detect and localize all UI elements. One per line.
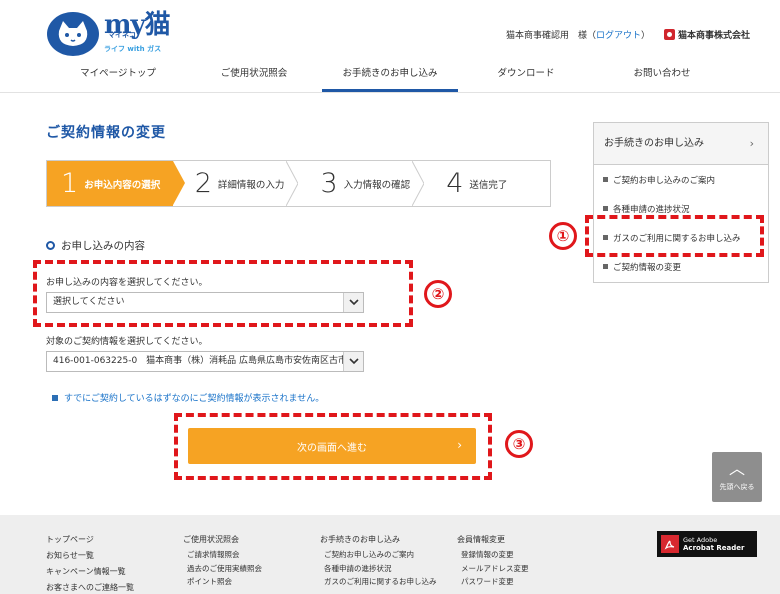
square-bullet-icon	[52, 394, 58, 401]
footer-link[interactable]: ポイント照会	[183, 575, 262, 589]
back-to-top-button[interactable]: ︿ 先頭へ戻る	[712, 452, 762, 502]
footer-col-3: お手続きのお申し込み ご契約お申し込みのご案内 各種申請の進捗状況 ガスのご利用…	[320, 532, 437, 589]
annotation-box-2	[33, 260, 413, 327]
step-3-label: 入力情報の確認	[343, 179, 411, 191]
square-bullet-icon	[603, 264, 608, 269]
logo-cat-icon[interactable]	[47, 12, 99, 56]
annotation-number-3: ③	[505, 430, 533, 458]
step-1: 1 お申込内容の選択	[47, 161, 185, 206]
footer-link[interactable]: お客さまへのご連絡一覧	[46, 580, 134, 594]
acrobat-icon	[661, 535, 679, 553]
adobe-line1: Get Adobe	[683, 536, 718, 544]
footer-col-2: ご使用状況照会 ご請求情報照会 過去のご使用実績照会 ポイント照会	[183, 532, 262, 589]
square-bullet-icon	[603, 206, 608, 211]
step-2: 2 詳細情報の入力	[173, 161, 299, 206]
logo-tagline: ライフ with ガス	[104, 45, 162, 53]
footer-col-4: 会員情報変更 登録情報の変更 メールアドレス変更 パスワード変更	[457, 532, 529, 589]
sidebar-heading[interactable]: お手続きのお申し込み ›	[594, 123, 768, 165]
missing-contract-text: すでにご契約しているはずなのにご契約情報が表示されません。	[64, 394, 325, 404]
step-2-number: 2	[194, 168, 212, 199]
footer-col-1: トップページ お知らせ一覧 キャンペーン情報一覧 お客さまへのご連絡一覧	[46, 532, 134, 594]
contract-select[interactable]: 416-001-063225-0 猫本商事（株）消耗品 広島県広島市安佐南区古市	[46, 351, 364, 372]
contract-select-value: 416-001-063225-0 猫本商事（株）消耗品 広島県広島市安佐南区古市	[53, 356, 348, 366]
back-to-top-label: 先頭へ戻る	[719, 483, 755, 491]
ring-bullet-icon	[46, 241, 55, 250]
adobe-line2: Acrobat Reader	[683, 544, 745, 552]
user-name: 猫本商事確認用 様	[506, 31, 588, 41]
company-mark-icon	[664, 29, 675, 40]
company-logo[interactable]: 猫本商事株式会社	[664, 28, 750, 41]
footer-link[interactable]: キャンペーン情報一覧	[46, 564, 134, 580]
footer-link[interactable]: ご契約お申し込みのご案内	[320, 548, 437, 562]
user-area: 猫本商事確認用 様（ログアウト）	[506, 28, 650, 41]
adobe-reader-banner[interactable]: Get Adobe Acrobat Reader	[657, 531, 757, 557]
sidebar-item-label: ご契約情報の変更	[613, 262, 682, 273]
nav-download[interactable]: ダウンロード	[458, 62, 594, 92]
step-3-number: 3	[320, 168, 338, 199]
footer-link[interactable]: 過去のご使用実績照会	[183, 562, 262, 576]
chevron-right-icon: ›	[749, 137, 754, 150]
step-4: 4 送信完了	[424, 161, 550, 206]
contract-select-label: 対象のご契約情報を選択してください。	[46, 337, 208, 347]
section-heading: お申し込みの内容	[46, 238, 145, 253]
step-separator-icon	[412, 161, 425, 206]
step-2-label: 詳細情報の入力	[217, 179, 285, 191]
cat-face-icon	[58, 21, 88, 46]
chevron-up-icon: ︿	[728, 459, 745, 478]
step-separator-icon	[286, 161, 299, 206]
missing-contract-link[interactable]: すでにご契約しているはずなのにご契約情報が表示されません。	[52, 391, 324, 404]
annotation-number-1: ①	[549, 222, 577, 250]
step-1-number: 1	[61, 168, 79, 199]
global-nav: マイページトップ ご使用状況照会 お手続きのお申し込み ダウンロード お問い合わ…	[50, 62, 730, 92]
footer-heading[interactable]: お手続きのお申し込み	[320, 532, 437, 548]
footer-link[interactable]: ガスのご利用に関するお申し込み	[320, 575, 437, 589]
step-4-number: 4	[446, 168, 464, 199]
sidebar-item-label: ご契約お申し込みのご案内	[613, 175, 716, 186]
footer-link[interactable]: お知らせ一覧	[46, 548, 134, 564]
adobe-text: Get Adobe Acrobat Reader	[683, 536, 744, 552]
logout-link[interactable]: ログアウト	[596, 31, 641, 41]
nav-contact[interactable]: お問い合わせ	[594, 62, 730, 92]
step-3: 3 入力情報の確認	[298, 161, 425, 206]
footer-link[interactable]: ご請求情報照会	[183, 548, 262, 562]
annotation-number-2: ②	[424, 280, 452, 308]
company-name: 猫本商事株式会社	[678, 31, 751, 41]
logout-paren-close: ）	[641, 31, 651, 41]
footer-link[interactable]: トップページ	[46, 532, 134, 548]
annotation-box-1	[585, 215, 764, 257]
logout-paren-open: （	[587, 31, 597, 41]
nav-procedures[interactable]: お手続きのお申し込み	[322, 62, 458, 92]
logo-sub: マイネコ	[108, 31, 136, 39]
step-1-label: お申込内容の選択	[84, 179, 161, 191]
footer-heading[interactable]: ご使用状況照会	[183, 532, 262, 548]
footer-heading[interactable]: 会員情報変更	[457, 532, 529, 548]
sidebar-item-label: 各種申請の進捗状況	[613, 204, 690, 215]
footer-link[interactable]: 登録情報の変更	[457, 548, 529, 562]
nav-divider	[0, 92, 780, 93]
square-bullet-icon	[603, 177, 608, 182]
footer-link[interactable]: パスワード変更	[457, 575, 529, 589]
footer-link[interactable]: 各種申請の進捗状況	[320, 562, 437, 576]
sidebar-item-contract-guide[interactable]: ご契約お申し込みのご案内	[594, 165, 768, 194]
sidebar: お手続きのお申し込み › ご契約お申し込みのご案内 各種申請の進捗状況 ガスのご…	[593, 122, 769, 283]
footer-link[interactable]: メールアドレス変更	[457, 562, 529, 576]
nav-mypage-top[interactable]: マイページトップ	[50, 62, 186, 92]
page-title: ご契約情報の変更	[46, 125, 166, 141]
section-heading-text: お申し込みの内容	[61, 240, 145, 252]
site-logo[interactable]: my猫 マイネコ ライフ with ガス	[104, 12, 171, 53]
sidebar-heading-text: お手続きのお申し込み	[604, 138, 704, 149]
step-4-label: 送信完了	[469, 179, 508, 191]
chevron-down-icon	[343, 352, 363, 371]
nav-usage[interactable]: ご使用状況照会	[186, 62, 322, 92]
annotation-box-3	[174, 413, 492, 480]
step-indicator: 1 お申込内容の選択 2 詳細情報の入力 3 入力情報の確認 4 送信完了	[46, 160, 551, 207]
